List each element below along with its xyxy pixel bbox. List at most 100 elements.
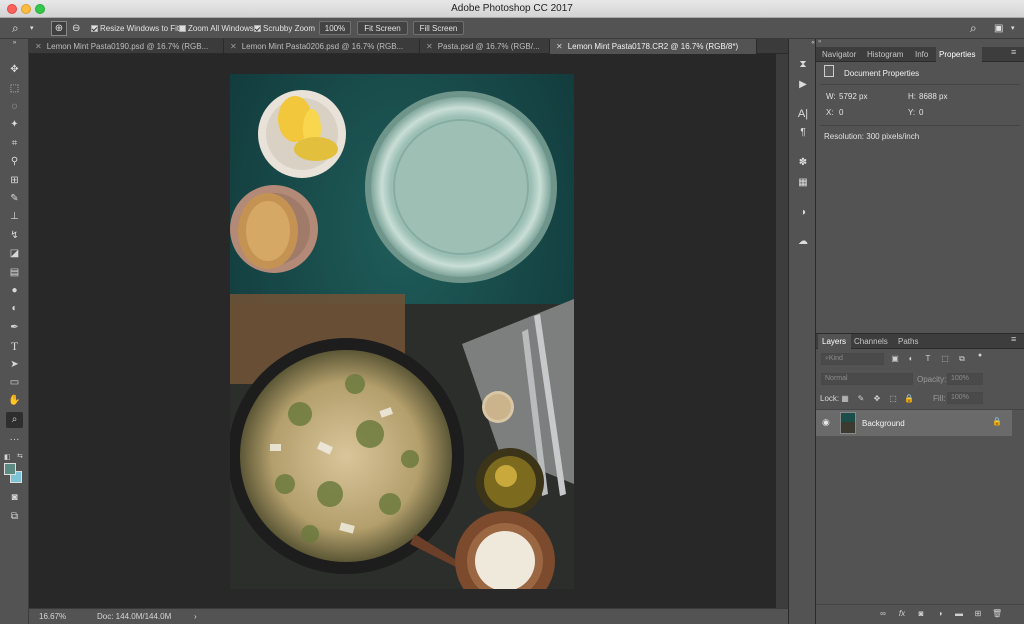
- clone-stamp-tool-icon[interactable]: ⊥: [6, 209, 23, 225]
- visibility-eye-icon[interactable]: ◉: [822, 417, 830, 428]
- swap-colors-icon[interactable]: ⇆: [17, 452, 23, 460]
- zoom-level[interactable]: 16.67%: [39, 609, 66, 624]
- layer-row[interactable]: ◉ Background 🔒: [816, 410, 1012, 436]
- rectangle-tool-icon[interactable]: ▭: [6, 375, 23, 391]
- expand-icon[interactable]: »: [818, 39, 821, 45]
- zoom-tool-icon[interactable]: ⌕: [12, 18, 19, 39]
- close-window-button[interactable]: [7, 4, 17, 14]
- lock-all-icon[interactable]: 🔒: [904, 394, 914, 403]
- tab-paths[interactable]: Paths: [898, 334, 924, 349]
- tab-info[interactable]: Info: [915, 47, 937, 62]
- healing-brush-tool-icon[interactable]: ⊞: [6, 173, 23, 189]
- zoom-all-windows-checkbox[interactable]: Zoom All Windows: [179, 18, 254, 39]
- swatches-grid-icon[interactable]: ▦: [795, 175, 811, 191]
- blur-tool-icon[interactable]: ●: [6, 283, 23, 299]
- type-tool-icon[interactable]: T: [6, 338, 23, 354]
- marquee-tool-icon[interactable]: ⬚: [6, 81, 23, 97]
- filter-toggle-icon[interactable]: ●: [975, 352, 985, 359]
- screen-mode-icon[interactable]: ⧉: [6, 509, 23, 525]
- actions-play-icon[interactable]: ▶: [795, 77, 811, 93]
- quick-mask-icon[interactable]: ◙: [6, 490, 23, 506]
- lock-position-icon[interactable]: ✥: [872, 394, 882, 403]
- color-palette-icon[interactable]: ✽: [795, 155, 811, 171]
- fill-screen-button[interactable]: Fill Screen: [413, 21, 464, 35]
- gradient-tool-icon[interactable]: ▤: [6, 265, 23, 281]
- width-value[interactable]: 5792 px: [839, 92, 867, 101]
- panel-menu-icon[interactable]: ≡: [1011, 334, 1016, 344]
- resize-windows-checkbox[interactable]: Resize Windows to Fit: [91, 18, 179, 39]
- document-tab[interactable]: ✕ Lemon Mint Pasta0206.psd @ 16.7% (RGB..…: [224, 39, 420, 54]
- link-layers-icon[interactable]: ∞: [878, 609, 888, 618]
- panel-menu-icon[interactable]: ≡: [1011, 47, 1016, 57]
- minimize-window-button[interactable]: [21, 4, 31, 14]
- close-tab-icon[interactable]: ✕: [230, 42, 237, 51]
- canvas-area[interactable]: [29, 54, 776, 608]
- workspace-icon[interactable]: ▣: [994, 18, 1003, 39]
- maximize-window-button[interactable]: [35, 4, 45, 14]
- new-layer-icon[interactable]: ⊞: [973, 609, 983, 618]
- workspace-chevron-icon[interactable]: ▾: [1011, 18, 1015, 39]
- magic-wand-tool-icon[interactable]: ✦: [6, 117, 23, 133]
- close-tab-icon[interactable]: ✕: [426, 42, 433, 51]
- lock-transparent-icon[interactable]: ▦: [840, 394, 850, 403]
- move-tool-icon[interactable]: ✥: [6, 62, 23, 78]
- lock-artboard-icon[interactable]: ⬚: [888, 394, 898, 403]
- opacity-field[interactable]: 100%: [947, 373, 983, 385]
- more-tools-icon[interactable]: ···: [6, 432, 23, 448]
- history-brush-tool-icon[interactable]: ↯: [6, 228, 23, 244]
- close-tab-icon[interactable]: ✕: [556, 42, 563, 51]
- fill-field[interactable]: 100%: [947, 392, 983, 404]
- tool-preset-chevron-icon[interactable]: ▾: [30, 18, 34, 39]
- new-group-icon[interactable]: ▬: [954, 609, 964, 618]
- filter-adjustment-icon[interactable]: ◐: [906, 354, 916, 363]
- close-tab-icon[interactable]: ✕: [35, 42, 42, 51]
- adjustments-icon[interactable]: ◑: [795, 205, 811, 221]
- fx-icon[interactable]: fx: [897, 609, 907, 618]
- crop-tool-icon[interactable]: ⌗: [6, 136, 23, 152]
- collapse-icon[interactable]: »: [6, 39, 23, 47]
- eyedropper-tool-icon[interactable]: ⚲: [6, 154, 23, 170]
- status-menu-arrow-icon[interactable]: ›: [194, 609, 197, 624]
- document-tab-active[interactable]: ✕ Lemon Mint Pasta0178.CR2 @ 16.7% (RGB/8…: [550, 39, 757, 54]
- height-value[interactable]: 8688 px: [919, 92, 947, 101]
- libraries-icon[interactable]: ☁: [795, 234, 811, 250]
- character-icon[interactable]: A|: [795, 106, 811, 122]
- path-selection-tool-icon[interactable]: ➤: [6, 357, 23, 373]
- y-value[interactable]: 0: [919, 108, 923, 117]
- blend-mode-select[interactable]: Normal: [821, 373, 913, 385]
- foreground-color-swatch[interactable]: [4, 463, 16, 475]
- filter-kind-select[interactable]: ⌕Kind: [821, 353, 884, 365]
- default-colors-icon[interactable]: ◧: [4, 453, 11, 461]
- lasso-tool-icon[interactable]: ◌: [6, 99, 23, 115]
- history-icon[interactable]: ⧗: [795, 57, 811, 73]
- add-mask-icon[interactable]: ◙: [916, 609, 926, 618]
- filter-smart-object-icon[interactable]: ⧉: [957, 354, 967, 364]
- vertical-scrollbar[interactable]: [776, 54, 788, 608]
- tab-histogram[interactable]: Histogram: [867, 47, 913, 62]
- paragraph-icon[interactable]: ¶: [795, 125, 811, 141]
- document-tab[interactable]: ✕ Pasta.psd @ 16.7% (RGB/...: [420, 39, 550, 54]
- hand-tool-icon[interactable]: ✋: [6, 393, 23, 409]
- x-value[interactable]: 0: [839, 108, 843, 117]
- document-tab[interactable]: ✕ Lemon Mint Pasta0190.psd @ 16.7% (RGB..…: [29, 39, 224, 54]
- tab-layers[interactable]: Layers: [818, 334, 851, 349]
- search-icon[interactable]: ⌕: [970, 18, 977, 39]
- fit-screen-button[interactable]: Fit Screen: [357, 21, 408, 35]
- lock-image-icon[interactable]: ✎: [856, 394, 866, 403]
- pen-tool-icon[interactable]: ✒: [6, 320, 23, 336]
- layer-name[interactable]: Background: [862, 419, 905, 428]
- tab-channels[interactable]: Channels: [854, 334, 894, 349]
- tab-navigator[interactable]: Navigator: [820, 47, 866, 62]
- tab-properties[interactable]: Properties: [936, 47, 982, 62]
- dodge-tool-icon[interactable]: ◐: [6, 301, 23, 317]
- zoom-in-icon[interactable]: ⊕: [51, 21, 67, 36]
- filter-shape-icon[interactable]: ⬚: [940, 354, 950, 363]
- zoom-tool-icon[interactable]: ⌕: [6, 412, 23, 428]
- filter-pixel-icon[interactable]: ▣: [890, 354, 900, 363]
- eraser-tool-icon[interactable]: ◪: [6, 246, 23, 262]
- brush-tool-icon[interactable]: ✎: [6, 191, 23, 207]
- scrubby-zoom-checkbox[interactable]: Scrubby Zoom: [254, 18, 315, 39]
- zoom-100-button[interactable]: 100%: [319, 21, 351, 35]
- filter-type-icon[interactable]: T: [923, 354, 933, 363]
- adjustment-layer-icon[interactable]: ◑: [935, 609, 945, 618]
